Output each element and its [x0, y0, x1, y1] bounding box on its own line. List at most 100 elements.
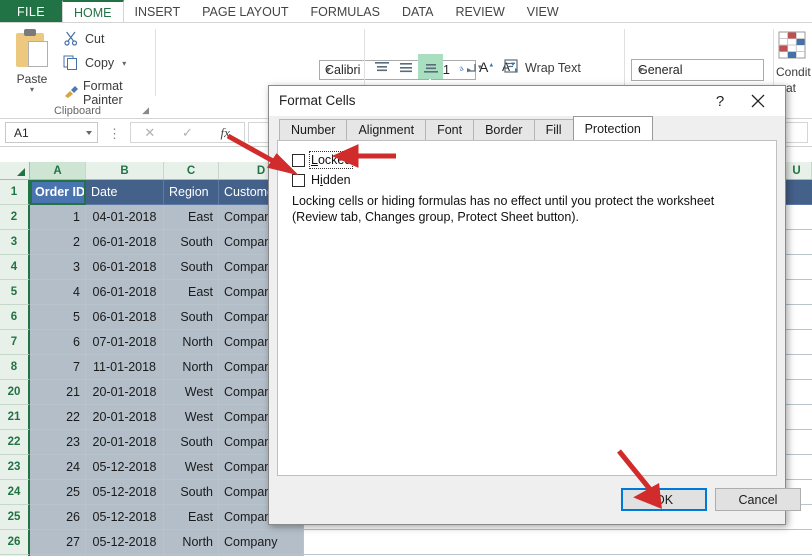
cut-button[interactable]: Cut	[63, 31, 104, 47]
grid-cell[interactable]: North	[164, 355, 219, 380]
align-top-button[interactable]	[370, 56, 393, 78]
table-row[interactable]: 26 27 05-12-2018 North Company	[0, 530, 812, 555]
row-header[interactable]: 25	[0, 505, 30, 530]
grid-cell[interactable]: West	[164, 380, 219, 405]
row-header[interactable]: 23	[0, 455, 30, 480]
grid-cell[interactable]: 24	[30, 455, 86, 480]
copy-button[interactable]: Copy ▾	[63, 55, 126, 71]
dialog-tab-font[interactable]: Font	[425, 119, 475, 140]
grid-cell[interactable]: 7	[30, 355, 86, 380]
ribbon-tab-view[interactable]: VIEW	[516, 0, 570, 23]
grid-cell[interactable]: 25	[30, 480, 86, 505]
ribbon-tab-insert[interactable]: INSERT	[124, 0, 192, 23]
grid-cell[interactable]: 05-12-2018	[86, 480, 164, 505]
row-header[interactable]: 4	[0, 255, 30, 280]
grid-cell[interactable]: 20-01-2018	[86, 405, 164, 430]
grid-cell[interactable]: 05-12-2018	[86, 505, 164, 530]
grid-cell[interactable]: 27	[30, 530, 86, 555]
grid-cell[interactable]: 22	[30, 405, 86, 430]
grid-cell[interactable]: 4	[30, 280, 86, 305]
grid-cell[interactable]: 06-01-2018	[86, 230, 164, 255]
grid-cell[interactable]: 3	[30, 255, 86, 280]
grid-cell[interactable]: East	[164, 505, 219, 530]
ribbon-tab-page-layout[interactable]: PAGE LAYOUT	[191, 0, 299, 23]
grid-cell[interactable]: 07-01-2018	[86, 330, 164, 355]
paste-dropdown-caret[interactable]: ▾	[6, 86, 58, 94]
grid-cell[interactable]: Company	[219, 530, 304, 555]
grid-cell[interactable]: 6	[30, 330, 86, 355]
format-painter-button[interactable]: Format Painter	[63, 79, 155, 107]
hidden-checkbox-row[interactable]: Hidden	[292, 173, 351, 187]
row-header[interactable]: 21	[0, 405, 30, 430]
row-header[interactable]: 2	[0, 205, 30, 230]
grid-cell[interactable]: Region	[164, 180, 219, 205]
number-format-combobox[interactable]: General	[631, 59, 764, 81]
row-header[interactable]: 22	[0, 430, 30, 455]
grid-cell[interactable]: 23	[30, 430, 86, 455]
row-header[interactable]: 7	[0, 330, 30, 355]
grid-cell[interactable]: 11-01-2018	[86, 355, 164, 380]
grid-cell[interactable]: 06-01-2018	[86, 280, 164, 305]
orientation-button[interactable]: a	[456, 56, 479, 78]
insert-function-icon[interactable]: fx	[206, 125, 244, 141]
grid-cell[interactable]: South	[164, 230, 219, 255]
row-header[interactable]: 26	[0, 530, 30, 555]
column-header-c[interactable]: C	[164, 162, 219, 179]
chevron-down-icon[interactable]	[325, 68, 331, 72]
ribbon-tab-data[interactable]: DATA	[391, 0, 444, 23]
align-bottom-button[interactable]	[418, 54, 443, 79]
grid-cell[interactable]: North	[164, 530, 219, 555]
dialog-tab-number[interactable]: Number	[279, 119, 348, 140]
select-all-corner[interactable]	[0, 162, 30, 179]
locked-checkbox-row[interactable]: Locked	[292, 151, 354, 169]
grid-cell[interactable]: 21	[30, 380, 86, 405]
grid-cell[interactable]: 05-12-2018	[86, 455, 164, 480]
dialog-title-bar[interactable]: Format Cells ?	[269, 86, 785, 116]
grid-cell[interactable]: 20-01-2018	[86, 430, 164, 455]
conditional-formatting-label[interactable]: Condit	[776, 65, 811, 79]
grid-cell[interactable]: West	[164, 455, 219, 480]
help-icon[interactable]: ?	[709, 91, 731, 111]
hidden-checkbox[interactable]	[292, 173, 305, 187]
grid-cell[interactable]: East	[164, 205, 219, 230]
orientation-dropdown-caret[interactable]: ▾	[478, 63, 482, 71]
row-header[interactable]: 5	[0, 280, 30, 305]
ribbon-tab-file[interactable]: FILE	[0, 0, 62, 23]
row-header[interactable]: 8	[0, 355, 30, 380]
grid-cell[interactable]: 20-01-2018	[86, 380, 164, 405]
dialog-tab-border[interactable]: Border	[473, 119, 535, 140]
grid-cell[interactable]: 26	[30, 505, 86, 530]
wrap-text-button[interactable]: Wrap Text	[504, 59, 581, 76]
row-header[interactable]: 3	[0, 230, 30, 255]
ok-button[interactable]: OK	[621, 488, 707, 511]
row-header[interactable]: 6	[0, 305, 30, 330]
grid-cell[interactable]: West	[164, 405, 219, 430]
column-header-b[interactable]: B	[86, 162, 164, 179]
column-header-a[interactable]: A	[30, 162, 86, 179]
dialog-tab-alignment[interactable]: Alignment	[346, 119, 427, 140]
dialog-tab-protection[interactable]: Protection	[572, 116, 653, 140]
column-header-u[interactable]: U	[782, 162, 812, 179]
row-header[interactable]: 1	[0, 180, 30, 205]
grid-cell[interactable]: 04-01-2018	[86, 205, 164, 230]
grid-cell[interactable]: North	[164, 330, 219, 355]
name-box[interactable]: A1	[5, 122, 98, 143]
confirm-formula-icon[interactable]: ✓	[169, 125, 207, 141]
grid-cell[interactable]: East	[164, 280, 219, 305]
chevron-down-icon[interactable]	[86, 131, 92, 135]
row-header[interactable]: 20	[0, 380, 30, 405]
grid-cell[interactable]: 05-12-2018	[86, 530, 164, 555]
close-icon[interactable]	[745, 90, 771, 112]
locked-checkbox[interactable]	[292, 153, 305, 167]
dialog-tab-fill[interactable]: Fill	[533, 119, 574, 140]
chevron-down-icon[interactable]	[638, 68, 644, 72]
grid-cell[interactable]: Date	[86, 180, 164, 205]
grid-cell[interactable]: 06-01-2018	[86, 305, 164, 330]
cancel-button[interactable]: Cancel	[715, 488, 801, 511]
ribbon-tab-home[interactable]: HOME	[62, 0, 124, 23]
row-header[interactable]: 24	[0, 480, 30, 505]
grid-cell[interactable]: 06-01-2018	[86, 255, 164, 280]
grid-cell[interactable]: South	[164, 305, 219, 330]
clipboard-dialog-launcher[interactable]: ◢	[142, 105, 149, 116]
align-middle-button[interactable]	[394, 56, 417, 78]
